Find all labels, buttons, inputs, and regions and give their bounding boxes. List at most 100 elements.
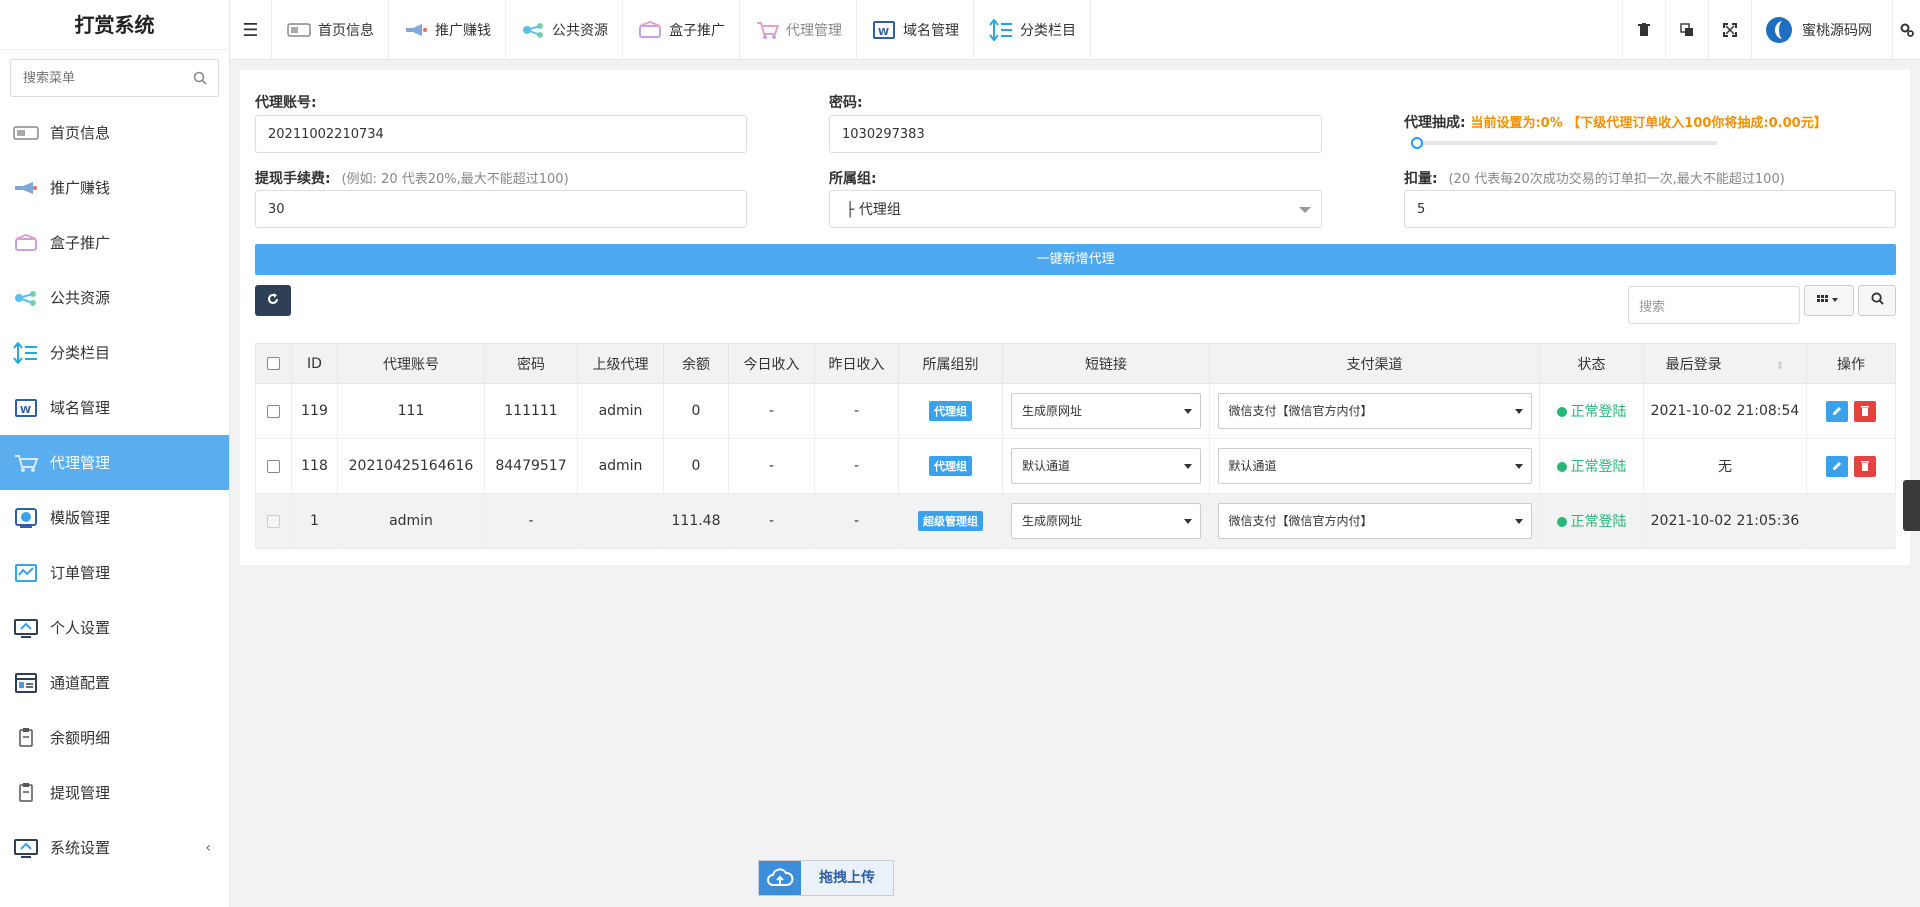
cell-today: - xyxy=(728,493,815,549)
col-password[interactable]: 密码 xyxy=(484,343,578,384)
drag-upload-button[interactable]: 拖拽上传 xyxy=(758,860,894,896)
group-badge: 代理组 xyxy=(929,401,972,421)
tab-promote[interactable]: 推广赚钱 xyxy=(389,0,506,60)
col-shortlink[interactable]: 短链接 xyxy=(1002,343,1210,384)
drag-upload-label: 拖拽上传 xyxy=(801,861,893,895)
megaphone-icon xyxy=(403,20,429,40)
sidebar-item-channel-config[interactable]: 通道配置 xyxy=(0,655,229,710)
gear-icon[interactable] xyxy=(1892,0,1920,60)
svg-text:W: W xyxy=(20,405,31,416)
select-all-cell[interactable] xyxy=(255,343,292,384)
col-today[interactable]: 今日收入 xyxy=(728,343,815,384)
sidebar-item-label: 推广赚钱 xyxy=(50,179,111,197)
cell-yesterday: - xyxy=(814,383,899,439)
sidebar-item-label: 个人设置 xyxy=(50,619,111,637)
col-account[interactable]: 代理账号 xyxy=(337,343,485,384)
edit-button[interactable] xyxy=(1825,400,1848,422)
columns-toggle-button[interactable] xyxy=(1804,285,1854,316)
menu-toggle-icon[interactable]: ☰ xyxy=(230,0,272,60)
sidebar-item-withdrawals[interactable]: 提现管理 xyxy=(0,765,229,820)
sidebar-item-balance-details[interactable]: 余额明细 xyxy=(0,710,229,765)
tab-categories[interactable]: 分类栏目 xyxy=(974,0,1091,60)
menu-search[interactable] xyxy=(10,59,219,97)
row-select-cell[interactable] xyxy=(255,383,292,439)
dashboard-icon xyxy=(286,20,312,40)
cell-id: 119 xyxy=(291,383,338,439)
group-select[interactable]: ├ 代理组 xyxy=(829,190,1322,228)
sidebar-item-box-promote[interactable]: 盒子推广 xyxy=(0,215,229,270)
password-input[interactable]: 1030297383 xyxy=(829,115,1322,153)
col-id[interactable]: ID xyxy=(291,343,338,384)
shortlink-select[interactable]: 生成原网址 xyxy=(1011,503,1201,539)
menu-search-input[interactable] xyxy=(23,70,193,86)
sidebar-item-label: 盒子推广 xyxy=(50,234,111,252)
col-status[interactable]: 状态 xyxy=(1539,343,1644,384)
tab-box-promote[interactable]: 盒子推广 xyxy=(623,0,740,60)
refresh-button[interactable] xyxy=(255,285,291,316)
sidebar-item-label: 通道配置 xyxy=(50,674,111,692)
clear-cache-icon[interactable] xyxy=(1622,0,1665,60)
payment-select-value: 微信支付【微信官方内付】 xyxy=(1228,514,1373,528)
cell-last-login: 2021-10-02 21:05:36 xyxy=(1643,493,1807,549)
shortlink-select[interactable]: 默认通道 xyxy=(1011,448,1201,484)
sidebar-item-templates[interactable]: 模版管理 xyxy=(0,490,229,545)
delete-button[interactable] xyxy=(1854,400,1877,422)
sidebar-item-label: 公共资源 xyxy=(50,289,111,307)
status-badge: 正常登陆 xyxy=(1556,404,1627,420)
side-toolbar-handle[interactable] xyxy=(1903,480,1920,531)
col-parent[interactable]: 上级代理 xyxy=(577,343,664,384)
shortlink-select[interactable]: 生成原网址 xyxy=(1011,393,1201,429)
cell-account: 111 xyxy=(337,383,485,439)
row-checkbox[interactable] xyxy=(267,404,280,418)
row-checkbox[interactable] xyxy=(267,459,280,473)
search-button[interactable] xyxy=(1858,285,1896,316)
commission-slider-handle[interactable] xyxy=(1411,137,1423,149)
sidebar-item-label: 系统设置 xyxy=(50,839,111,857)
tab-label: 盒子推广 xyxy=(669,23,725,39)
col-yesterday[interactable]: 昨日收入 xyxy=(814,343,899,384)
table-search-input[interactable]: 搜索 xyxy=(1628,286,1800,324)
deduct-hint: (20 代表每20次成功交易的订单扣一次,最大不能超过100) xyxy=(1448,172,1785,187)
payment-select[interactable]: 微信支付【微信官方内付】 xyxy=(1217,503,1532,539)
select-all-checkbox[interactable] xyxy=(267,357,280,370)
sidebar-item-home[interactable]: 首页信息 xyxy=(0,105,229,160)
col-last-login[interactable]: 最后登录 ⇕ xyxy=(1643,343,1807,384)
sidebar-item-label: 提现管理 xyxy=(50,784,111,802)
col-balance[interactable]: 余额 xyxy=(663,343,729,384)
commission-info: 当前设置为:0% 【下级代理订单收入100你将抽成:0.00元】 xyxy=(1470,116,1827,131)
delete-button[interactable] xyxy=(1854,455,1877,477)
add-agent-button[interactable]: 一键新增代理 xyxy=(255,244,1896,275)
payment-select[interactable]: 微信支付【微信官方内付】 xyxy=(1217,393,1532,429)
sort-icon[interactable]: ⇕ xyxy=(1776,361,1784,372)
sidebar-item-personal-settings[interactable]: 个人设置 xyxy=(0,600,229,655)
sidebar-item-label: 分类栏目 xyxy=(50,344,111,362)
col-payment[interactable]: 支付渠道 xyxy=(1209,343,1540,384)
row-select-cell[interactable] xyxy=(255,438,292,494)
group-badge: 代理组 xyxy=(929,456,972,476)
sidebar-item-domains[interactable]: W 域名管理 xyxy=(0,380,229,435)
tab-agents[interactable]: 代理管理 xyxy=(740,0,857,60)
sidebar-item-system-settings[interactable]: 系统设置 ‹ xyxy=(0,820,229,875)
fee-input[interactable]: 30 xyxy=(255,190,747,228)
tab-public-resources[interactable]: 公共资源 xyxy=(506,0,623,60)
sidebar-item-agents[interactable]: 代理管理 xyxy=(0,435,229,490)
table-row: 118 20210425164616 84479517 admin 0 - - … xyxy=(255,438,1896,494)
payment-select[interactable]: 默认通道 xyxy=(1217,448,1532,484)
sidebar-item-public-resources[interactable]: 公共资源 xyxy=(0,270,229,325)
account-input[interactable]: 20211002210734 xyxy=(255,115,747,153)
search-icon xyxy=(1870,292,1884,309)
tab-home[interactable]: 首页信息 xyxy=(272,0,389,60)
fee-field-label: 提现手续费: (例如: 20 代表20%,最大不能超过100) xyxy=(255,168,569,188)
col-group[interactable]: 所属组别 xyxy=(898,343,1003,384)
edit-button[interactable] xyxy=(1825,455,1848,477)
sidebar-item-categories[interactable]: 分类栏目 xyxy=(0,325,229,380)
tab-domains[interactable]: W 域名管理 xyxy=(857,0,974,60)
user-menu[interactable]: 蜜桃源码网 xyxy=(1751,0,1892,60)
fullscreen-icon[interactable] xyxy=(1708,0,1751,60)
commission-slider-track[interactable] xyxy=(1417,141,1717,145)
sidebar-item-promote[interactable]: 推广赚钱 xyxy=(0,160,229,215)
chevron-left-icon: ‹ xyxy=(205,839,211,856)
translate-icon[interactable] xyxy=(1665,0,1708,60)
deduct-input[interactable]: 5 xyxy=(1404,190,1896,228)
sidebar-item-orders[interactable]: 订单管理 xyxy=(0,545,229,600)
